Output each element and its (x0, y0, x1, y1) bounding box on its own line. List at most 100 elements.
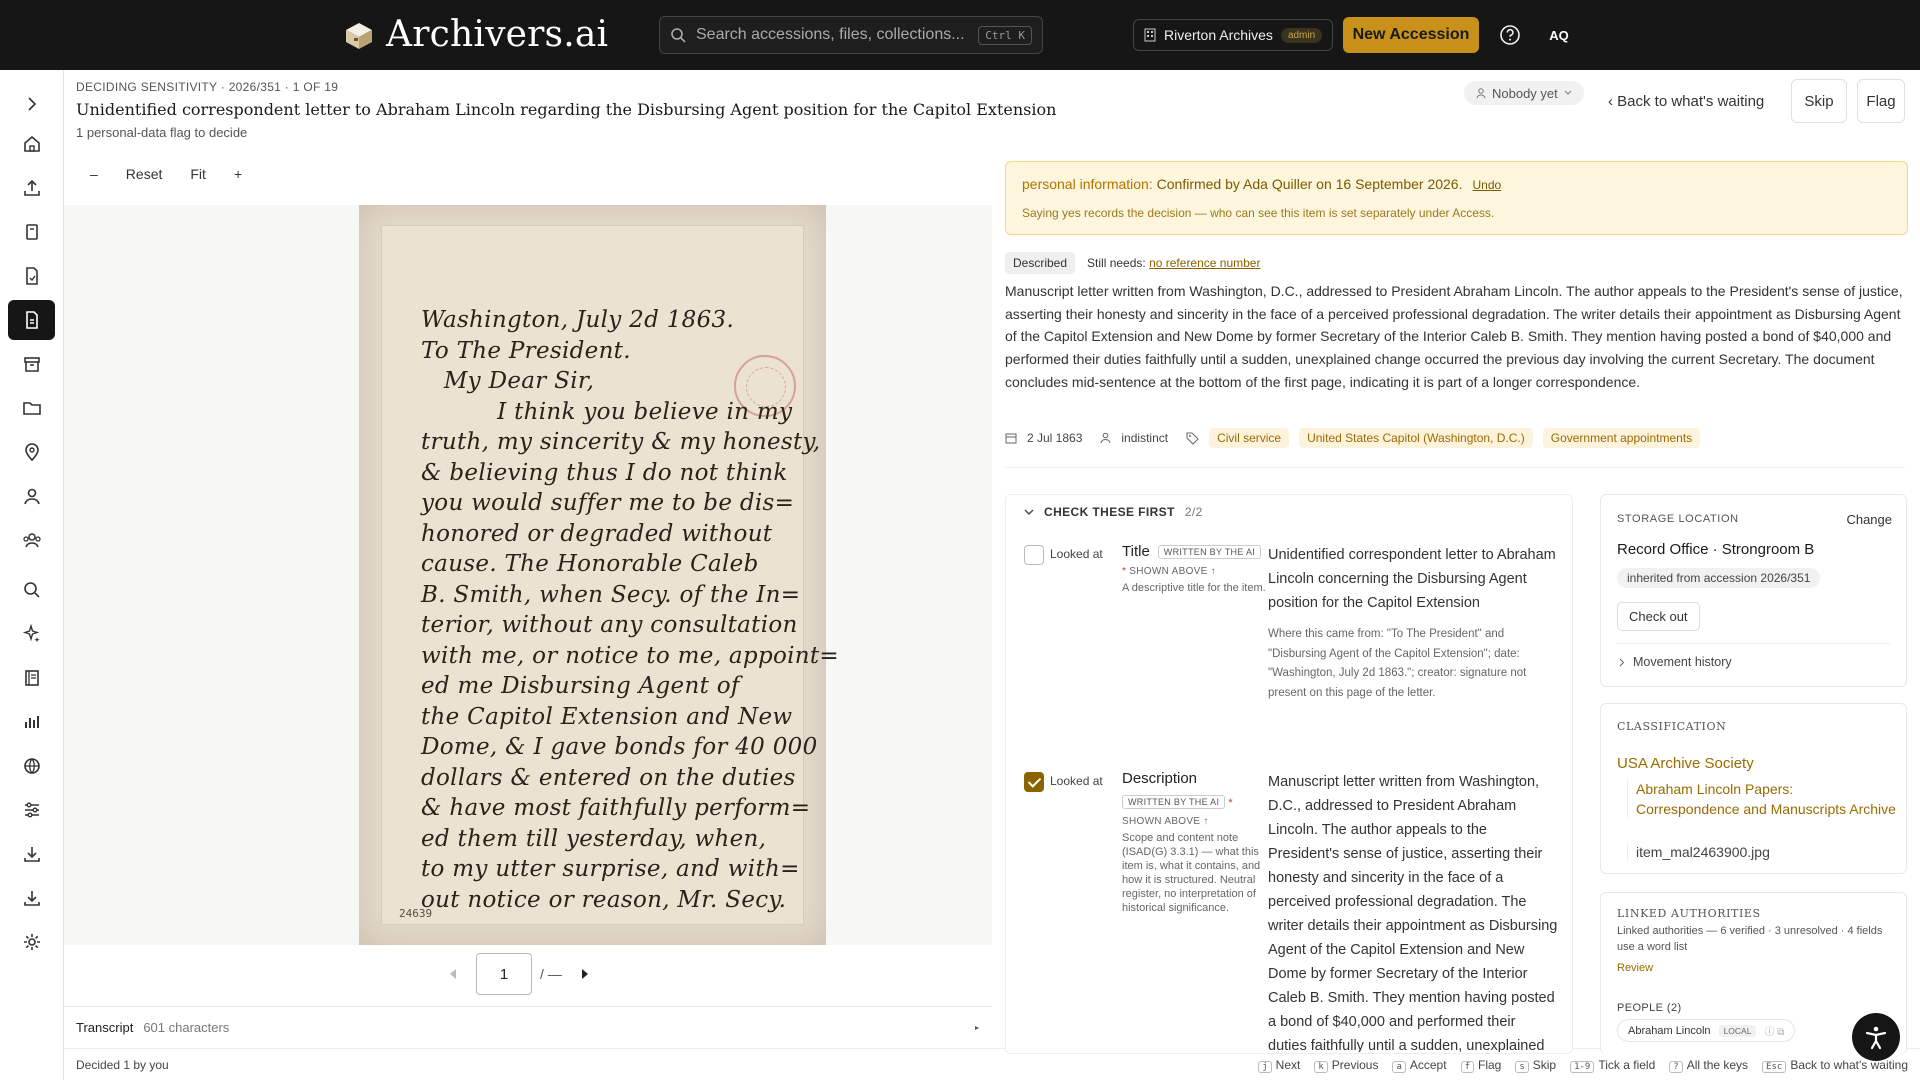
page-navigator: 1 / — (448, 953, 590, 995)
zoom-reset-button[interactable]: Reset (126, 166, 163, 182)
change-storage-button[interactable]: Change (1846, 512, 1892, 527)
title-source: Where this came from: "To The President"… (1268, 628, 1527, 699)
new-accession-button[interactable]: New Accession (1343, 17, 1479, 53)
user-avatar[interactable]: AQ (1541, 17, 1577, 53)
item-creator: indistinct (1121, 431, 1169, 445)
title-looked-checkbox[interactable] (1024, 545, 1044, 565)
looked-at-label: Looked at (1050, 547, 1103, 561)
upload-icon[interactable] (8, 168, 55, 208)
classification-card: CLASSIFICATION USA Archive Society Abrah… (1600, 703, 1907, 874)
person-name: Abraham Lincoln (1628, 1024, 1711, 1037)
notice-text: Confirmed by Ada Quiller on 16 September… (1156, 176, 1463, 192)
local-badge: LOCAL (1718, 1024, 1757, 1037)
global-search[interactable]: Search accessions, files, collections...… (659, 16, 1043, 54)
described-chip: Described (1005, 252, 1076, 274)
home-icon[interactable] (8, 124, 55, 164)
page-title: Unidentified correspondent letter to Abr… (76, 100, 1057, 119)
chevron-right-icon (1619, 658, 1625, 666)
export-icon[interactable] (8, 878, 55, 918)
transcript-label: Transcript (76, 1020, 134, 1035)
settings-gear-icon[interactable] (8, 922, 55, 962)
classification-root-link[interactable]: USA Archive Society (1617, 755, 1754, 772)
archive-box-logo-icon (346, 22, 372, 49)
skip-button[interactable]: Skip (1791, 79, 1847, 123)
check-count: 2/2 (1184, 505, 1203, 519)
document-viewer[interactable]: Washington, July 2d 1863. To The Preside… (64, 205, 992, 945)
shortcut-label: Skip (1532, 1057, 1557, 1072)
assignee-dropdown[interactable]: Nobody yet (1464, 81, 1584, 105)
shortcut-hint: j Next (1258, 1058, 1300, 1073)
page-number-input[interactable]: 1 (476, 953, 532, 995)
shortcut-label: Flag (1477, 1057, 1502, 1072)
undo-link[interactable]: Undo (1473, 178, 1502, 192)
folder-icon[interactable] (8, 388, 55, 428)
next-page-icon[interactable] (580, 968, 590, 980)
title-field-name: Title (1122, 543, 1150, 560)
zoom-out-button[interactable]: – (90, 166, 98, 182)
flag-count: 1 personal-data flag to decide (76, 125, 248, 140)
description-looked-checkbox[interactable] (1024, 772, 1044, 792)
classification-child-link[interactable]: Abraham Lincoln Papers: Correspondence a… (1627, 779, 1897, 819)
archive-icon[interactable] (8, 344, 55, 384)
brand-logo[interactable]: Archivers.ai (342, 14, 608, 55)
role-badge: admin (1280, 27, 1323, 43)
chevron-down-icon (1564, 90, 1572, 95)
search-icon (671, 28, 686, 43)
no-reference-number-link[interactable]: no reference number (1149, 256, 1260, 270)
check-out-button[interactable]: Check out (1617, 602, 1700, 631)
zoom-fit-button[interactable]: Fit (190, 166, 206, 182)
movement-history-toggle[interactable]: Movement history (1619, 655, 1732, 669)
reports-chart-icon[interactable] (8, 702, 55, 742)
review-icon[interactable] (8, 256, 55, 296)
shortcut-key: a (1392, 1060, 1406, 1073)
check-panel-header[interactable]: CHECK THESE FIRST 2/2 (1024, 505, 1203, 519)
decided-count: Decided 1 by you (76, 1057, 169, 1072)
ai-written-badge: WRITTEN BY THE AI (1157, 545, 1262, 560)
search-nav-icon[interactable] (8, 570, 55, 610)
prev-page-icon[interactable] (448, 968, 458, 980)
keyboard-shortcuts: j Next k Previous a Accept f Flag s Skip 1-9 Tick a… (1258, 1057, 1908, 1073)
help-icon[interactable] (1495, 20, 1525, 50)
storage-location-card: STORAGE LOCATION Change Record Office · … (1600, 494, 1907, 687)
shortcut-hint: k Previous (1314, 1058, 1378, 1073)
transcript-toggle[interactable]: Transcript 601 characters (64, 1006, 992, 1048)
expand-sidebar-icon[interactable] (8, 84, 55, 124)
subject-tag[interactable]: Government appointments (1542, 428, 1701, 448)
zoom-in-button[interactable]: + (234, 166, 242, 182)
looked-at-label: Looked at (1050, 774, 1103, 788)
shortcut-label: All the keys (1686, 1057, 1749, 1072)
person-chip[interactable]: Abraham Lincoln LOCAL ⓘ ⧉ (1617, 1019, 1796, 1042)
org-name: Riverton Archives (1164, 27, 1273, 43)
accessibility-button[interactable] (1852, 1013, 1900, 1061)
letter-scan: Washington, July 2d 1863. To The Preside… (359, 205, 839, 945)
item-description: Manuscript letter written from Washingto… (1005, 283, 1903, 390)
download-icon[interactable] (8, 834, 55, 874)
shortcut-key: k (1314, 1060, 1328, 1073)
subject-tag[interactable]: Civil service (1209, 428, 1290, 448)
shortcut-key: ? (1669, 1060, 1683, 1073)
shortcut-hint: a Accept (1392, 1058, 1447, 1073)
search-placeholder: Search accessions, files, collections... (696, 26, 965, 43)
location-pin-icon[interactable] (8, 432, 55, 472)
shortcut-hint: 1-9 Tick a field (1570, 1058, 1655, 1073)
groups-icon[interactable] (8, 520, 55, 560)
sliders-icon[interactable] (8, 790, 55, 830)
accessions-icon[interactable] (8, 212, 55, 252)
shortcut-key: s (1515, 1060, 1529, 1073)
globe-icon[interactable] (8, 746, 55, 786)
person-icon[interactable] (8, 476, 55, 516)
ai-sparkle-icon[interactable] (8, 614, 55, 654)
sensitivity-queue-icon[interactable] (8, 300, 55, 340)
sidebar (0, 70, 64, 1080)
shortcut-hint: s Skip (1515, 1057, 1557, 1073)
subject-tag[interactable]: United States Capitol (Washington, D.C.) (1299, 428, 1533, 448)
brand-name: Archivers.ai (386, 14, 609, 55)
building-icon (1144, 28, 1156, 42)
shown-above-label: SHOWN ABOVE ↑ (1129, 566, 1216, 577)
review-authorities-link[interactable]: Review (1617, 962, 1653, 974)
flag-button[interactable]: Flag (1857, 79, 1905, 123)
notice-note: Saying yes records the decision — who ca… (1022, 206, 1495, 220)
org-switcher[interactable]: Riverton Archives admin (1133, 19, 1334, 51)
back-to-waiting-link[interactable]: ‹ Back to what's waiting (1608, 93, 1764, 110)
ledger-icon[interactable] (8, 658, 55, 698)
